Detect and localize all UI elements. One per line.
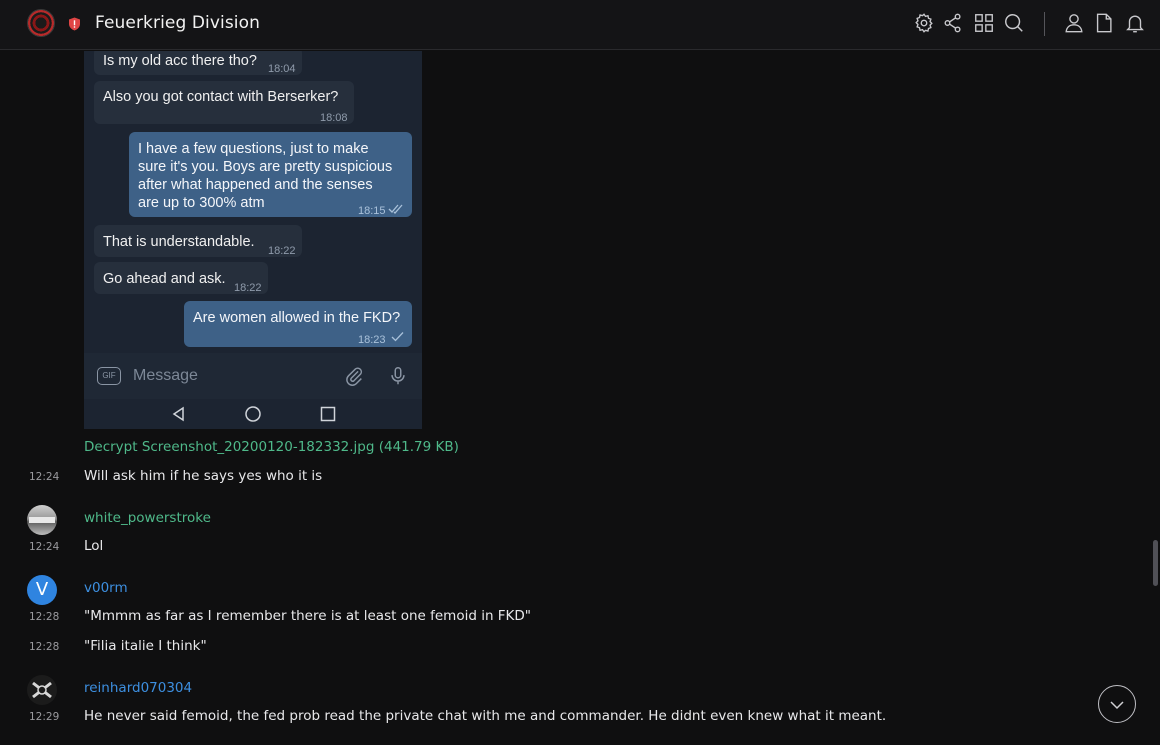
home-circle-icon — [245, 406, 261, 422]
user-avatar[interactable] — [27, 675, 57, 705]
message-text: Will ask him if he says yes who it is — [84, 468, 323, 484]
header-divider — [1044, 12, 1045, 36]
message-time: 12:28 — [29, 641, 60, 653]
phone-nav-bar — [84, 399, 422, 429]
sender-name[interactable]: v00rm — [84, 580, 128, 596]
bubble-text: Go ahead and ask. — [103, 271, 226, 287]
composer-placeholder: Message — [133, 367, 198, 384]
grid-icon[interactable] — [973, 12, 995, 34]
back-triangle-icon — [172, 406, 184, 422]
bubble-time: 18:22 — [268, 245, 296, 257]
chat-bubble-incoming: That is understandable. 18:22 — [94, 225, 302, 257]
bubble-time: 18:15 — [358, 205, 386, 217]
gif-icon: GIF — [97, 367, 121, 385]
chevron-down-icon — [1110, 701, 1124, 710]
paperclip-icon — [346, 367, 363, 386]
chat-bubble-outgoing: I have a few questions, just to make sur… — [129, 132, 412, 217]
microphone-icon — [391, 367, 405, 385]
settings-icon[interactable] — [913, 12, 935, 34]
chat-bubble-incoming: Is my old acc there tho? 18:04 — [94, 51, 302, 75]
chat-header: Feuerkrieg Division — [0, 0, 1160, 50]
check-icon — [391, 332, 404, 342]
screenshot-attachment[interactable]: Is my old acc there tho? 18:04 Also you … — [84, 51, 422, 429]
bubble-text: Is my old acc there tho? — [103, 53, 257, 69]
group-avatar[interactable] — [27, 9, 55, 37]
bubble-text: That is understandable. — [103, 234, 255, 250]
message-feed[interactable]: Is my old acc there tho? 18:04 Also you … — [0, 51, 1160, 745]
attachment-file-link[interactable]: Decrypt Screenshot_20200120-182332.jpg (… — [84, 439, 459, 455]
shield-alert-icon — [69, 17, 80, 31]
bubble-text-line: after what happened and the senses — [138, 177, 373, 193]
bubble-text-line: I have a few questions, just to make — [138, 141, 369, 157]
bubble-time: 18:22 — [234, 282, 262, 294]
chat-bubble-incoming: Go ahead and ask. 18:22 — [94, 262, 268, 294]
bubble-text: Are women allowed in the FKD? — [193, 310, 401, 326]
double-check-icon — [388, 204, 403, 214]
bubble-time: 18:04 — [268, 63, 296, 75]
scrollbar-thumb[interactable] — [1153, 540, 1158, 586]
bubble-text: Also you got contact with Berserker? — [103, 89, 339, 105]
bubble-time: 18:23 — [358, 334, 386, 346]
bell-icon[interactable] — [1124, 12, 1146, 34]
bubble-time: 18:08 — [320, 112, 348, 124]
file-icon[interactable] — [1093, 12, 1115, 34]
bubble-text-line: sure it's you. Boys are pretty suspiciou… — [138, 159, 393, 175]
chat-bubble-outgoing: Are women allowed in the FKD? 18:23 — [184, 301, 412, 347]
sender-name[interactable]: reinhard070304 — [84, 680, 192, 696]
user-avatar[interactable] — [27, 505, 57, 535]
scroll-to-bottom-button[interactable] — [1098, 685, 1136, 723]
user-avatar[interactable]: V — [27, 575, 57, 605]
bubble-text-line: are up to 300% atm — [138, 195, 265, 211]
search-icon[interactable] — [1003, 12, 1025, 34]
message-text: "Filia italie I think" — [84, 638, 207, 654]
recents-square-icon — [320, 406, 336, 422]
chat-title: Feuerkrieg Division — [95, 13, 260, 33]
message-time: 12:24 — [29, 471, 60, 483]
message-time: 12:24 — [29, 541, 60, 553]
message-time: 12:28 — [29, 611, 60, 623]
user-icon[interactable] — [1063, 12, 1085, 34]
share-icon[interactable] — [942, 12, 964, 34]
message-time: 12:29 — [29, 711, 60, 723]
message-text: "Mmmm as far as I remember there is at l… — [84, 608, 532, 624]
phone-message-composer: GIF Message — [84, 353, 422, 399]
sender-name[interactable]: white_powerstroke — [84, 510, 211, 526]
chat-bubble-incoming: Also you got contact with Berserker? 18:… — [94, 81, 354, 124]
message-text: Lol — [84, 538, 104, 554]
message-text: He never said femoid, the fed prob read … — [84, 708, 887, 724]
